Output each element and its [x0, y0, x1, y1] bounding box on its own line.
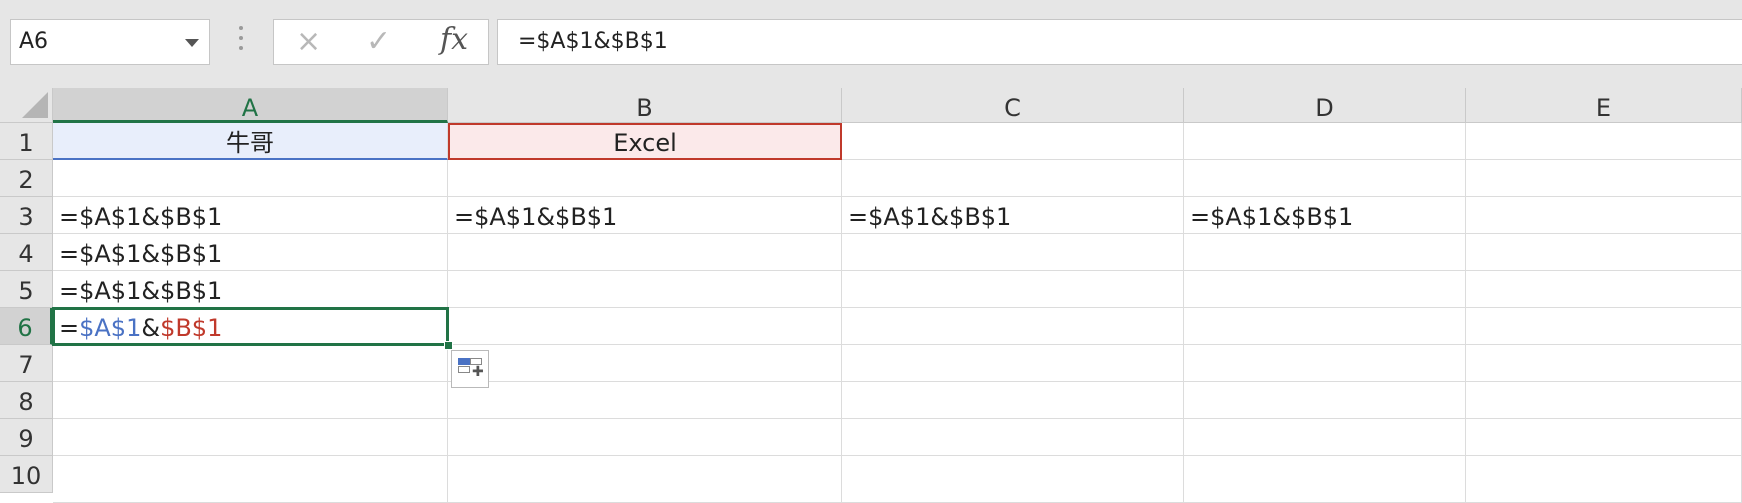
row-header-5[interactable]: 5: [0, 271, 53, 308]
row-header-3[interactable]: 3: [0, 197, 53, 234]
grip-icon[interactable]: [238, 26, 244, 56]
fill-handle[interactable]: [444, 341, 453, 350]
cell-a9[interactable]: [53, 419, 448, 456]
row-header-2[interactable]: 2: [0, 160, 53, 197]
cell-b10[interactable]: [448, 456, 842, 503]
row-header-4[interactable]: 4: [0, 234, 53, 271]
name-box[interactable]: A6: [10, 19, 210, 65]
cell-d10[interactable]: [1184, 456, 1466, 503]
cell-d5[interactable]: [1184, 271, 1466, 308]
column-header-c[interactable]: C: [842, 88, 1184, 123]
insert-function-icon[interactable]: fx: [440, 22, 468, 57]
cell-a3[interactable]: =$A$1&$B$1: [53, 197, 448, 234]
edit-amp: &: [141, 314, 161, 342]
cell-c2[interactable]: [842, 160, 1184, 197]
cell-c7[interactable]: [842, 345, 1184, 382]
cell-a4[interactable]: =$A$1&$B$1: [53, 234, 448, 271]
chevron-down-icon[interactable]: [185, 39, 199, 47]
enter-icon[interactable]: ✓: [366, 24, 391, 60]
row-header-9[interactable]: 9: [0, 419, 53, 456]
row-header-10[interactable]: 10: [0, 456, 53, 493]
paste-options-icon: [458, 358, 470, 365]
cell-a1[interactable]: 牛哥: [53, 123, 448, 160]
edit-ref-b1: $B$1: [160, 314, 223, 342]
cell-e5[interactable]: [1466, 271, 1742, 308]
cell-e2[interactable]: [1466, 160, 1742, 197]
edit-eq: =: [59, 314, 80, 342]
cell-b2[interactable]: [448, 160, 842, 197]
cell-e7[interactable]: [1466, 345, 1742, 382]
cell-d1[interactable]: [1184, 123, 1466, 160]
cell-a2[interactable]: [53, 160, 448, 197]
cell-d8[interactable]: [1184, 382, 1466, 419]
cell-c5[interactable]: [842, 271, 1184, 308]
cell-b3[interactable]: =$A$1&$B$1: [448, 197, 842, 234]
cell-d9[interactable]: [1184, 419, 1466, 456]
paste-options-button[interactable]: ✚: [451, 350, 489, 388]
cell-b7[interactable]: [448, 345, 842, 382]
cell-a8[interactable]: [53, 382, 448, 419]
cell-b5[interactable]: [448, 271, 842, 308]
cell-c4[interactable]: [842, 234, 1184, 271]
column-header-a[interactable]: A: [53, 88, 448, 123]
row-header-1[interactable]: 1: [0, 123, 53, 160]
cell-e10[interactable]: [1466, 456, 1742, 503]
cell-c6[interactable]: [842, 308, 1184, 345]
formula-text[interactable]: =$A$1&$B$1: [518, 29, 668, 54]
cell-d6[interactable]: [1184, 308, 1466, 345]
cell-a5[interactable]: =$A$1&$B$1: [53, 271, 448, 308]
cell-d3[interactable]: =$A$1&$B$1: [1184, 197, 1466, 234]
cell-c3[interactable]: =$A$1&$B$1: [842, 197, 1184, 234]
column-header-e[interactable]: E: [1466, 88, 1742, 123]
select-all-button[interactable]: [0, 88, 53, 123]
formula-input[interactable]: =$A$1&$B$1: [497, 19, 1742, 65]
name-box-value[interactable]: A6: [19, 29, 48, 54]
row-header-7[interactable]: 7: [0, 345, 53, 382]
row-header-8[interactable]: 8: [0, 382, 53, 419]
cell-b8[interactable]: [448, 382, 842, 419]
cell-e4[interactable]: [1466, 234, 1742, 271]
formula-bar: A6 × ✓ fx =$A$1&$B$1: [0, 0, 1742, 88]
row-header-6[interactable]: 6: [0, 308, 53, 345]
cell-e3[interactable]: [1466, 197, 1742, 234]
plus-icon: ✚: [472, 364, 484, 380]
cell-c10[interactable]: [842, 456, 1184, 503]
cell-e1[interactable]: [1466, 123, 1742, 160]
select-all-icon: [22, 92, 48, 118]
cell-d2[interactable]: [1184, 160, 1466, 197]
cell-a7[interactable]: [53, 345, 448, 382]
cell-b9[interactable]: [448, 419, 842, 456]
cell-d7[interactable]: [1184, 345, 1466, 382]
paste-options-icon-part: [458, 366, 470, 373]
cell-b6[interactable]: [448, 308, 842, 345]
cell-b1[interactable]: Excel: [448, 123, 842, 160]
column-header-d[interactable]: D: [1184, 88, 1466, 123]
cell-e8[interactable]: [1466, 382, 1742, 419]
cell-b4[interactable]: [448, 234, 842, 271]
cell-c8[interactable]: [842, 382, 1184, 419]
edit-ref-a1: $A$1: [79, 314, 142, 342]
cancel-icon[interactable]: ×: [296, 24, 321, 60]
cell-c9[interactable]: [842, 419, 1184, 456]
cell-c1[interactable]: [842, 123, 1184, 160]
column-header-b[interactable]: B: [448, 88, 842, 123]
cell-e9[interactable]: [1466, 419, 1742, 456]
spreadsheet-grid: A B C D E 1 2 3 4 5 6 7 8 9 10 牛哥 Excel …: [0, 88, 1742, 503]
cell-a10[interactable]: [53, 456, 448, 503]
formula-buttons: × ✓ fx: [273, 19, 489, 65]
cell-d4[interactable]: [1184, 234, 1466, 271]
cell-e6[interactable]: [1466, 308, 1742, 345]
cell-a6[interactable]: =$A$1&$B$1: [53, 308, 448, 345]
